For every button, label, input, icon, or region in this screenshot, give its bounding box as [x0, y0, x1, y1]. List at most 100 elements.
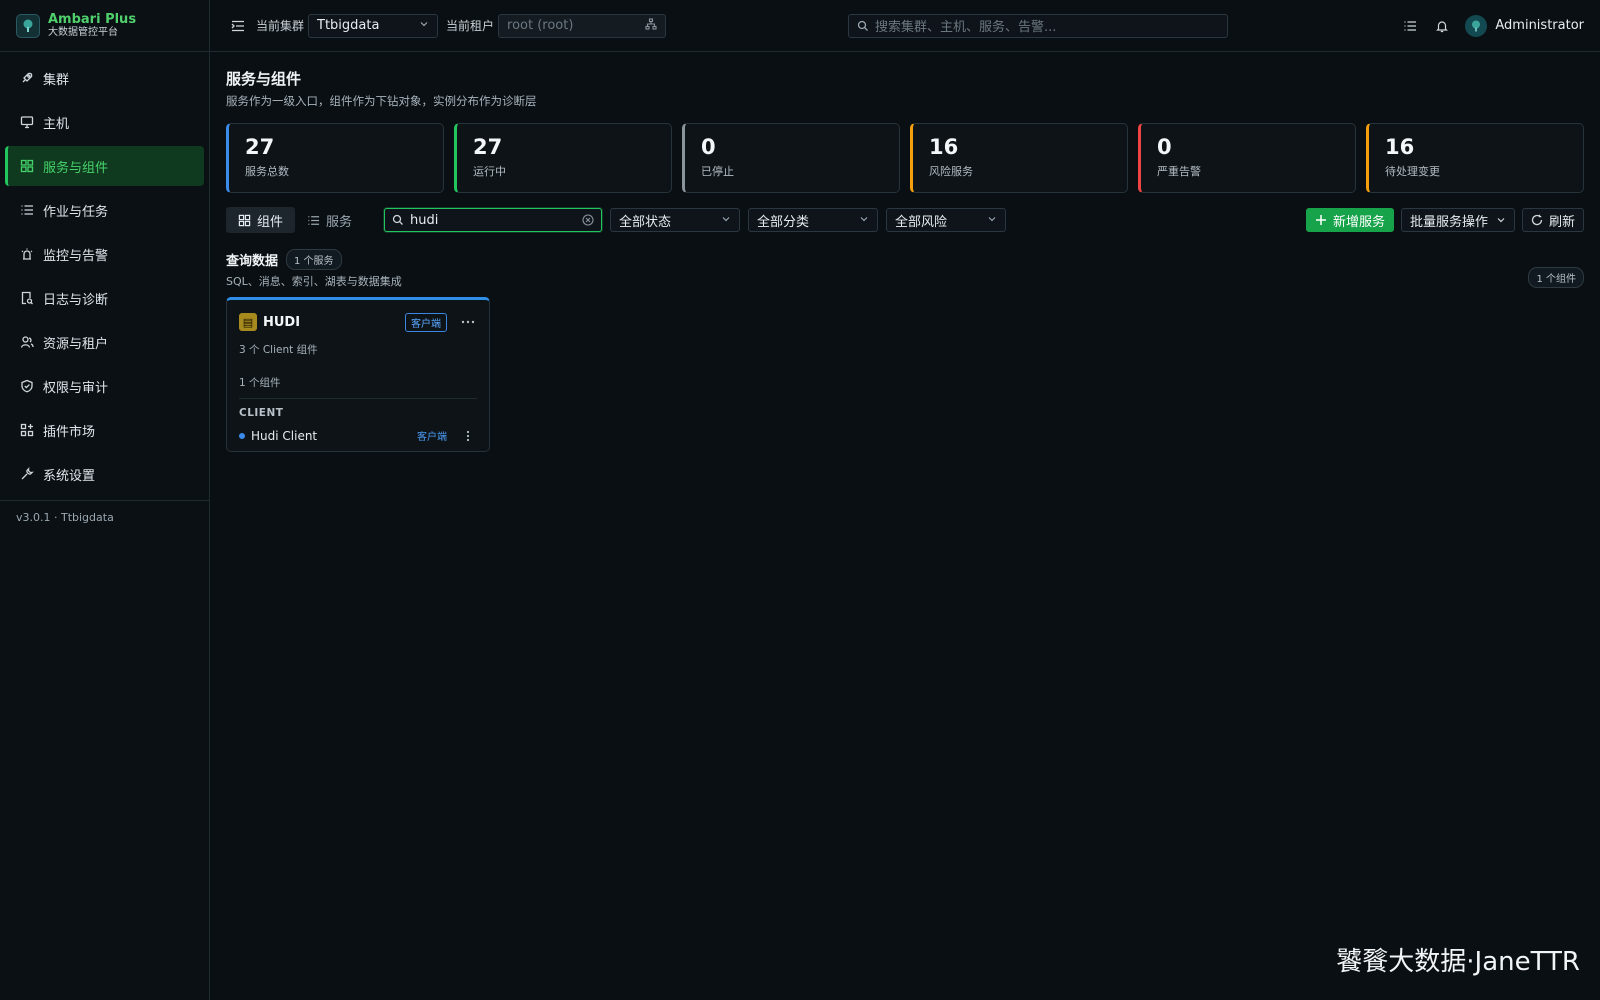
file-search-icon — [19, 290, 35, 306]
service-search-input[interactable] — [410, 212, 583, 228]
cluster-select-value: Ttbigdata — [317, 18, 380, 33]
risk-filter-value: 全部风险 — [895, 214, 948, 230]
list-icon — [307, 214, 320, 227]
menu-toggle-icon[interactable] — [230, 17, 248, 35]
service-type-badge: 客户端 — [405, 312, 447, 332]
alarm-icon — [19, 246, 35, 262]
clear-icon[interactable] — [582, 214, 594, 226]
shield-check-icon — [19, 378, 35, 394]
brand[interactable]: Ambari Plus 大数据管控平台 — [0, 0, 209, 52]
stat-label: 风险服务 — [929, 165, 973, 178]
bell-icon[interactable] — [1433, 17, 1451, 35]
view-toggle: 组件 服务 — [226, 207, 364, 233]
refresh-icon — [1531, 214, 1543, 226]
page-title: 服务与组件 — [226, 70, 302, 88]
avatar[interactable] — [1465, 14, 1488, 37]
plus-icon — [1315, 214, 1327, 226]
grid-icon — [19, 158, 35, 174]
stat-value: 0 — [701, 135, 716, 159]
main-content: 服务与组件 服务作为一级入口，组件作为下钻对象，实例分布作为诊断层 27 服务总… — [226, 52, 1584, 452]
add-service-button[interactable]: 新增服务 — [1305, 208, 1394, 232]
cluster-select[interactable]: Ttbigdata — [308, 13, 439, 38]
service-component-count: 1 个组件 — [239, 375, 477, 399]
sidebar-item-label: 服务与组件 — [43, 160, 109, 176]
stat-value: 27 — [473, 135, 503, 159]
stat-card-pending-changes[interactable]: 16 待处理变更 — [1366, 123, 1584, 193]
chevron-down-icon — [1496, 215, 1506, 225]
status-filter-select[interactable]: 全部状态 — [610, 208, 741, 232]
sidebar-item-jobs[interactable]: 作业与任务 — [5, 190, 204, 230]
sidebar-item-permissions[interactable]: 权限与审计 — [5, 366, 204, 406]
sidebar-item-resources[interactable]: 资源与租户 — [5, 322, 204, 362]
sidebar-nav: 集群 主机 服务与组件 作业与任务 监控与告警 日志与诊断 资源与租户 权限与审… — [0, 52, 209, 494]
view-services-label: 服务 — [326, 214, 353, 230]
sidebar-item-label: 日志与诊断 — [43, 292, 109, 308]
chevron-down-icon — [987, 213, 997, 228]
stat-card-risk[interactable]: 16 风险服务 — [910, 123, 1128, 193]
toolbar-actions: 新增服务 批量服务操作 刷新 — [1305, 208, 1584, 232]
list-icon — [19, 202, 35, 218]
hierarchy-icon — [645, 17, 657, 34]
chevron-down-icon — [419, 18, 429, 33]
global-search-input[interactable]: 搜索集群、主机、服务、告警... — [848, 13, 1228, 38]
component-row[interactable]: Hudi Client 客户端 — [239, 428, 477, 443]
component-name[interactable]: Hudi Client — [251, 429, 317, 443]
tenant-select[interactable]: root (root) — [498, 13, 667, 38]
brand-logo-icon — [16, 13, 40, 38]
component-type-tag: 客户端 — [417, 432, 447, 443]
wrench-icon — [19, 466, 35, 482]
header-actions: Administrator — [1387, 14, 1584, 37]
sidebar-item-monitoring[interactable]: 监控与告警 — [5, 234, 204, 274]
rocket-icon — [19, 70, 35, 86]
sidebar-item-logs[interactable]: 日志与诊断 — [5, 278, 204, 318]
sidebar-item-label: 监控与告警 — [43, 248, 109, 264]
stat-value: 0 — [1157, 135, 1172, 159]
stat-value: 16 — [929, 135, 959, 159]
view-components-button[interactable]: 组件 — [226, 207, 296, 233]
refresh-button[interactable]: 刷新 — [1521, 208, 1584, 232]
batch-service-ops-button[interactable]: 批量服务操作 — [1400, 208, 1515, 232]
page-subtitle: 服务作为一级入口，组件作为下钻对象，实例分布作为诊断层 — [226, 94, 537, 108]
sidebar-item-label: 权限与审计 — [43, 380, 109, 396]
status-filter-value: 全部状态 — [619, 214, 672, 230]
category-filter-select[interactable]: 全部分类 — [748, 208, 879, 232]
more-horizontal-icon[interactable] — [459, 320, 477, 324]
username[interactable]: Administrator — [1495, 18, 1584, 33]
sidebar-item-plugins[interactable]: 插件市场 — [5, 410, 204, 450]
refresh-label: 刷新 — [1548, 214, 1575, 230]
more-vertical-icon[interactable] — [459, 430, 477, 442]
group-component-count-badge: 1 个组件 — [1528, 267, 1584, 288]
chevron-down-icon — [859, 213, 869, 228]
sidebar-item-host[interactable]: 主机 — [5, 102, 204, 142]
sidebar-item-label: 作业与任务 — [43, 204, 109, 220]
service-name[interactable]: HUDI — [263, 315, 300, 330]
toolbar: 组件 服务 全部状态 全部分类 全部风险 新增服务 — [226, 207, 1584, 233]
service-description: 3 个 Client 组件 — [239, 344, 318, 356]
task-list-icon[interactable] — [1401, 17, 1419, 35]
stat-card-critical-alerts[interactable]: 0 严重告警 — [1138, 123, 1356, 193]
search-icon — [857, 20, 869, 32]
brand-name: Ambari Plus — [48, 12, 137, 27]
sidebar-item-services[interactable]: 服务与组件 — [5, 146, 204, 186]
sidebar: Ambari Plus 大数据管控平台 集群 主机 服务与组件 作业与任务 监控… — [0, 0, 210, 1000]
sidebar-item-cluster[interactable]: 集群 — [5, 58, 204, 98]
batch-service-ops-label: 批量服务操作 — [1409, 214, 1488, 230]
top-header: 当前集群 Ttbigdata 当前租户 root (root) 搜索集群、主机、… — [210, 0, 1600, 52]
stat-card-total[interactable]: 27 服务总数 — [226, 123, 444, 193]
sidebar-item-settings[interactable]: 系统设置 — [5, 454, 204, 494]
stat-card-stopped[interactable]: 0 已停止 — [682, 123, 900, 193]
view-components-label: 组件 — [257, 214, 284, 230]
service-icon: ▤ — [239, 313, 257, 331]
risk-filter-select[interactable]: 全部风险 — [886, 208, 1007, 232]
watermark-text: 饕餮大数据·JaneTTR — [1336, 947, 1580, 977]
add-service-label: 新增服务 — [1332, 214, 1385, 230]
service-search-field — [384, 208, 603, 232]
stat-label: 严重告警 — [1157, 165, 1201, 178]
service-card-hudi[interactable]: ▤ HUDI 客户端 3 个 Client 组件 1 个组件 CLIENT Hu… — [226, 297, 490, 452]
component-category: CLIENT — [239, 407, 284, 419]
stat-card-running[interactable]: 27 运行中 — [454, 123, 672, 193]
view-services-button[interactable]: 服务 — [295, 207, 364, 233]
users-icon — [19, 334, 35, 350]
status-dot — [239, 432, 245, 439]
stat-label: 服务总数 — [245, 165, 289, 178]
